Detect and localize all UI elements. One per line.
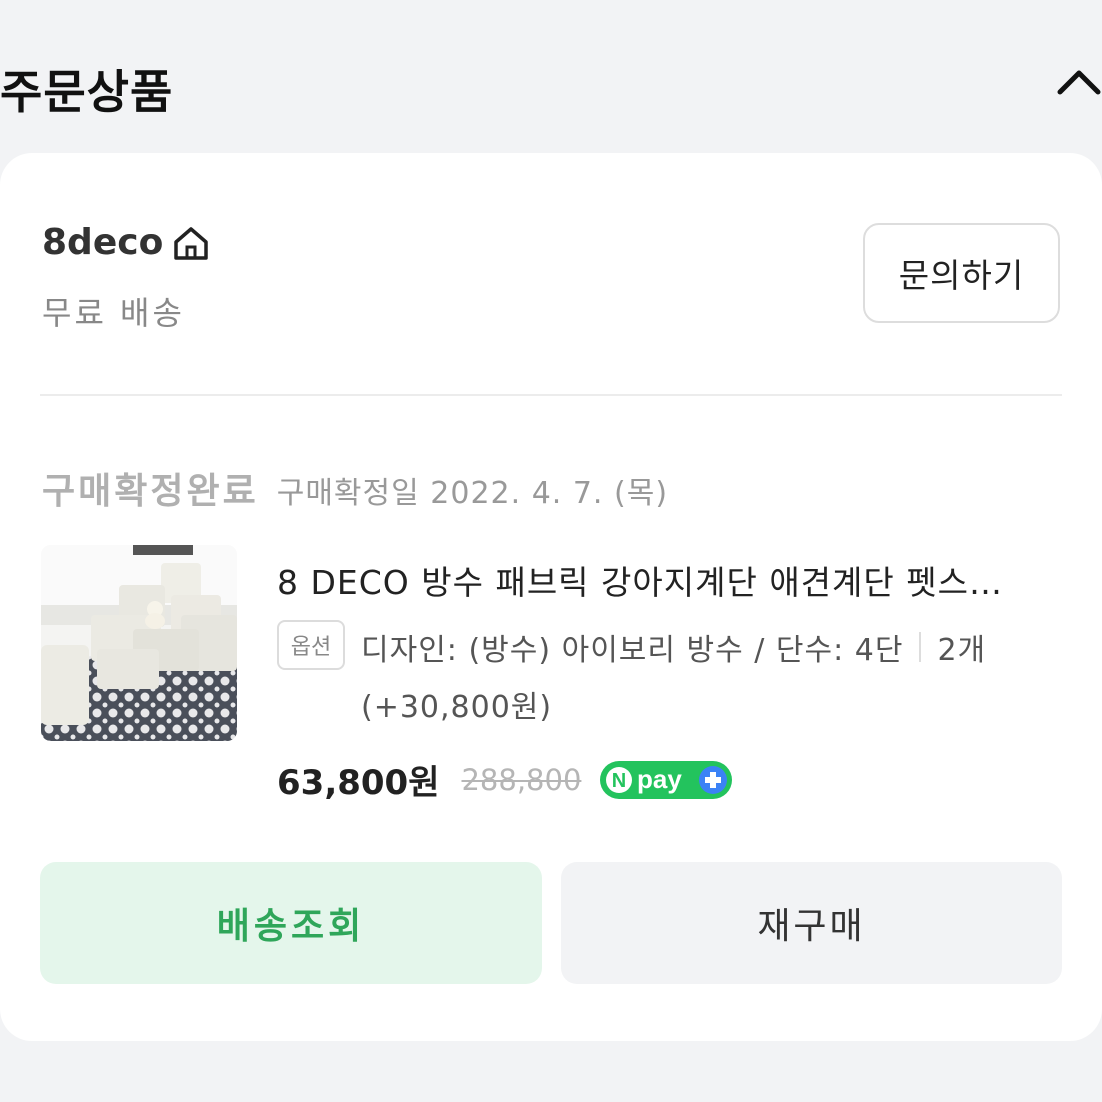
quantity: 2개	[937, 633, 987, 668]
rebuy-button[interactable]: 재구매	[561, 862, 1062, 984]
chevron-up-icon	[1057, 70, 1101, 95]
option-info: 디자인: (방수) 아이보리 방수 / 단수: 4단 2개	[361, 625, 986, 669]
separator	[919, 632, 922, 662]
seller-link[interactable]: 8deco	[42, 222, 211, 263]
track-delivery-button[interactable]: 배송조회	[40, 862, 542, 984]
original-price: 288,800	[461, 762, 582, 797]
product-thumbnail[interactable]	[41, 545, 237, 741]
order-products-header: 주문상품	[0, 50, 1102, 120]
npay-plus-logo: N pay	[600, 760, 733, 799]
seller-name: 8deco	[42, 222, 164, 263]
order-status-row: 구매확정완료 구매확정일 2022. 4. 7. (목)	[42, 462, 668, 514]
option-price: (+30,800원)	[361, 690, 553, 725]
divider	[40, 394, 1062, 396]
confirm-date: 구매확정일 2022. 4. 7. (목)	[276, 476, 669, 511]
shipping-info: 무료 배송	[42, 294, 185, 332]
price-row: 63,800원 288,800 N pay	[277, 755, 733, 804]
inquiry-button[interactable]: 문의하기	[863, 223, 1060, 323]
section-title: 주문상품	[0, 65, 174, 119]
order-status: 구매확정완료	[42, 471, 259, 512]
home-icon	[174, 226, 209, 260]
option-text: 디자인: (방수) 아이보리 방수 / 단수: 4단	[361, 633, 904, 668]
product-name[interactable]: 8 DECO 방수 패브릭 강아지계단 애견계단 펫스…	[277, 556, 1052, 604]
npay-label: pay	[637, 764, 682, 794]
product-image	[41, 545, 237, 741]
collapse-button[interactable]	[1056, 50, 1102, 110]
price: 63,800원	[277, 763, 440, 803]
option-badge: 옵션	[277, 620, 345, 670]
svg-text:N: N	[612, 770, 626, 792]
